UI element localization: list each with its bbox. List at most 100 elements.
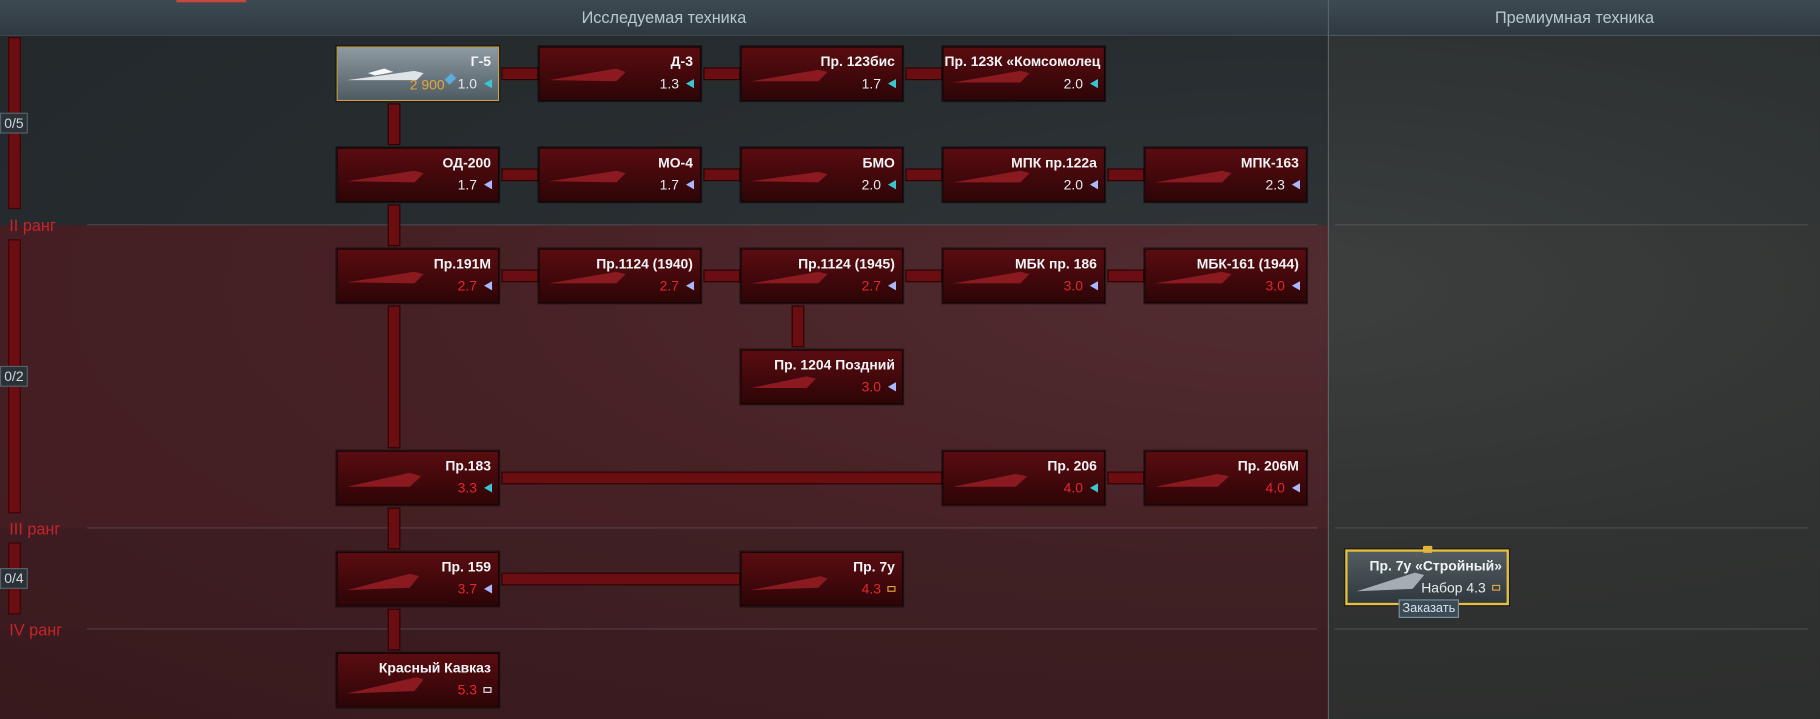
vehicle-card[interactable]: Пр. 206М 4.0 xyxy=(1144,450,1307,506)
vehicle-card[interactable]: Пр. 123бис 1.7 xyxy=(740,46,904,102)
vehicle-name: МБК-161 (1944) xyxy=(1196,255,1299,272)
tree-arrow xyxy=(501,572,741,586)
tech-tree-stage: Исследуемая техника Премиумная техника 0… xyxy=(0,0,1820,719)
tree-arrow xyxy=(905,168,943,182)
vehicle-card[interactable]: Пр. 206 4.0 xyxy=(942,450,1105,506)
column-divider xyxy=(1327,0,1330,719)
vehicle-card[interactable]: Г-5 2 900 1.0 xyxy=(336,46,500,102)
rank-label: IV ранг xyxy=(9,620,63,639)
rank-4-band xyxy=(0,629,1328,719)
vehicle-card[interactable]: МО-4 1.7 xyxy=(538,147,702,203)
boat-silhouette-icon xyxy=(549,68,626,82)
tree-arrow xyxy=(501,471,943,485)
vehicle-name: ОД-200 xyxy=(442,154,491,171)
destroyer-class-icon xyxy=(1492,584,1501,591)
tree-arrow xyxy=(1107,471,1145,485)
battle-rating: 1.7 xyxy=(659,176,680,193)
cyan-arrow-icon xyxy=(887,180,897,190)
battle-rating: 2.3 xyxy=(1265,176,1285,193)
rank-divider-line xyxy=(87,628,1318,630)
battle-rating: 3.0 xyxy=(1265,277,1285,294)
boat-silhouette-icon xyxy=(952,473,1028,487)
vehicle-name: МПК пр.122а xyxy=(1011,154,1097,171)
vehicle-name: Пр. 7у «Стройный» xyxy=(1369,557,1502,574)
vehicle-name: Красный Кавказ xyxy=(378,659,491,677)
tree-arrow xyxy=(387,608,401,651)
rank-divider-line xyxy=(87,527,1318,529)
cyan-arrow-icon xyxy=(685,78,695,89)
battle-rating: 2.0 xyxy=(1063,176,1083,193)
boat-silhouette-icon xyxy=(347,472,422,487)
premium-vehicle-card[interactable]: Пр. 7у «Стройный» Набор 4.3 xyxy=(1345,549,1509,606)
premium-band-1 xyxy=(1329,34,1820,226)
rank-divider-line xyxy=(1334,628,1809,630)
boat-silhouette-icon xyxy=(549,170,626,183)
vehicle-card[interactable]: Пр. 123К «Комсомолец 2.0 xyxy=(942,46,1105,102)
rank-label: II ранг xyxy=(9,216,56,235)
vehicle-name: Пр. 123бис xyxy=(820,53,895,70)
tree-arrow xyxy=(1107,168,1145,182)
vehicle-card[interactable]: БМО 2.0 xyxy=(740,147,904,203)
vehicle-name: Пр. 159 xyxy=(441,558,491,575)
boat-silhouette-icon xyxy=(347,271,424,284)
rank-count: 0/4 xyxy=(0,567,28,589)
order-button[interactable]: Заказать xyxy=(1398,599,1460,618)
vehicle-card[interactable]: Д-3 1.3 xyxy=(538,46,702,102)
tree-arrow xyxy=(791,305,805,348)
blue-arrow-icon xyxy=(685,180,695,190)
vehicle-name: Пр.1124 (1945) xyxy=(798,255,895,272)
tree-arrow xyxy=(703,168,741,182)
vehicle-card[interactable]: Красный Кавказ 5.3 xyxy=(336,652,500,708)
vehicle-card[interactable]: Пр.1124 (1940) 2.7 xyxy=(538,248,702,304)
tree-arrow xyxy=(905,67,943,81)
battle-rating: 3.7 xyxy=(457,580,478,598)
cyan-arrow-icon xyxy=(1089,483,1099,493)
vehicle-name: Пр.191М xyxy=(433,255,491,272)
vehicle-card[interactable]: Пр.183 3.3 xyxy=(336,450,500,506)
cruiser-class-icon xyxy=(483,687,492,693)
vehicle-card[interactable]: Пр. 7у 4.3 xyxy=(740,551,904,607)
vehicle-card[interactable]: МБК-161 (1944) 3.0 xyxy=(1144,248,1307,304)
battle-rating: 5.3 xyxy=(457,681,478,699)
tree-arrow xyxy=(387,305,401,449)
vehicle-card[interactable]: Пр. 159 3.7 xyxy=(336,551,500,607)
vehicle-name: Д-3 xyxy=(670,53,693,70)
vehicle-card[interactable]: МБК пр. 186 3.0 xyxy=(942,248,1105,304)
active-tab-accent xyxy=(176,0,247,3)
vehicle-card[interactable]: МПК-163 2.3 xyxy=(1144,147,1307,203)
tree-arrow xyxy=(501,269,539,283)
blue-arrow-icon xyxy=(484,584,493,594)
blue-arrow-icon xyxy=(887,382,897,392)
vehicle-name: Г-5 xyxy=(470,53,491,70)
vehicle-card[interactable]: Пр.191М 2.7 xyxy=(336,248,500,304)
vehicle-name: Пр. 206 xyxy=(1047,457,1097,474)
vehicle-card[interactable]: Пр. 1204 Поздний 3.0 xyxy=(740,349,904,405)
tree-arrow xyxy=(387,204,401,247)
tree-arrow xyxy=(387,507,401,550)
battle-rating: 3.0 xyxy=(1063,277,1083,294)
vehicle-card[interactable]: МПК пр.122а 2.0 xyxy=(942,147,1105,203)
vehicle-name: МБК пр. 186 xyxy=(1014,255,1097,272)
ship-silhouette-icon xyxy=(750,576,828,591)
battle-rating: 3.3 xyxy=(457,479,478,496)
battle-rating: 4.0 xyxy=(1265,479,1285,496)
boat-silhouette-icon xyxy=(1154,473,1230,487)
vehicle-name: МПК-163 xyxy=(1240,154,1299,171)
blue-arrow-icon xyxy=(1089,281,1099,291)
vehicle-card[interactable]: Пр.1124 (1945) 2.7 xyxy=(740,248,904,304)
battle-rating: 3.0 xyxy=(861,378,881,395)
vehicle-name: БМО xyxy=(862,154,895,171)
research-gem-icon xyxy=(444,73,457,85)
vehicle-card[interactable]: ОД-200 1.7 xyxy=(336,147,500,203)
research-header: Исследуемая техника xyxy=(581,8,747,27)
premium-header: Премиумная техника xyxy=(1494,8,1655,27)
tree-arrow xyxy=(703,269,741,283)
vehicle-name: Пр.1124 (1940) xyxy=(596,255,693,272)
vehicle-name: МО-4 xyxy=(658,154,693,171)
boat-silhouette-icon xyxy=(750,171,828,183)
destroyer-class-icon xyxy=(887,586,896,592)
blue-arrow-icon xyxy=(685,281,695,291)
premium-band-2 xyxy=(1329,225,1820,529)
battle-rating: 1.0 xyxy=(457,75,478,92)
battle-rating: 2.0 xyxy=(861,176,881,193)
